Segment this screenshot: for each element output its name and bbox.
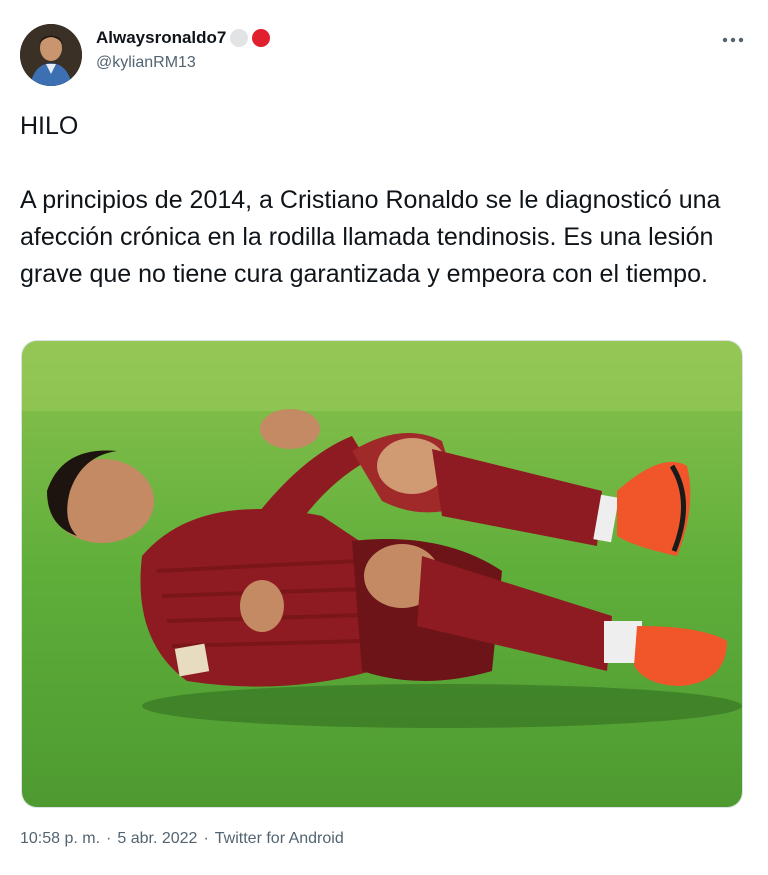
tweet-time[interactable]: 10:58 p. m. (20, 830, 100, 847)
author-name-row: Alwaysronaldo7 (96, 28, 271, 48)
white-circle-icon (230, 29, 249, 47)
more-options-icon[interactable] (722, 28, 744, 48)
photo-footballer-on-pitch (22, 341, 742, 807)
meta-separator: · (106, 830, 112, 847)
tweet-date[interactable]: 5 abr. 2022 (117, 830, 197, 847)
tweet-text: HILO A principios de 2014, a Cristiano R… (20, 112, 721, 288)
author-handle[interactable]: @kylianRM13 (96, 54, 196, 72)
meta-separator-2: · (203, 830, 209, 847)
author-avatar[interactable] (20, 24, 82, 86)
tweet-photo[interactable] (21, 340, 743, 808)
tweet-source[interactable]: Twitter for Android (215, 830, 344, 847)
tweet-meta: 10:58 p. m. · 5 abr. 2022 · Twitter for Andr… (20, 830, 344, 848)
red-circle-icon (252, 29, 271, 47)
author-display-name[interactable]: Alwaysronaldo7 (96, 28, 226, 48)
avatar-image (20, 24, 82, 86)
